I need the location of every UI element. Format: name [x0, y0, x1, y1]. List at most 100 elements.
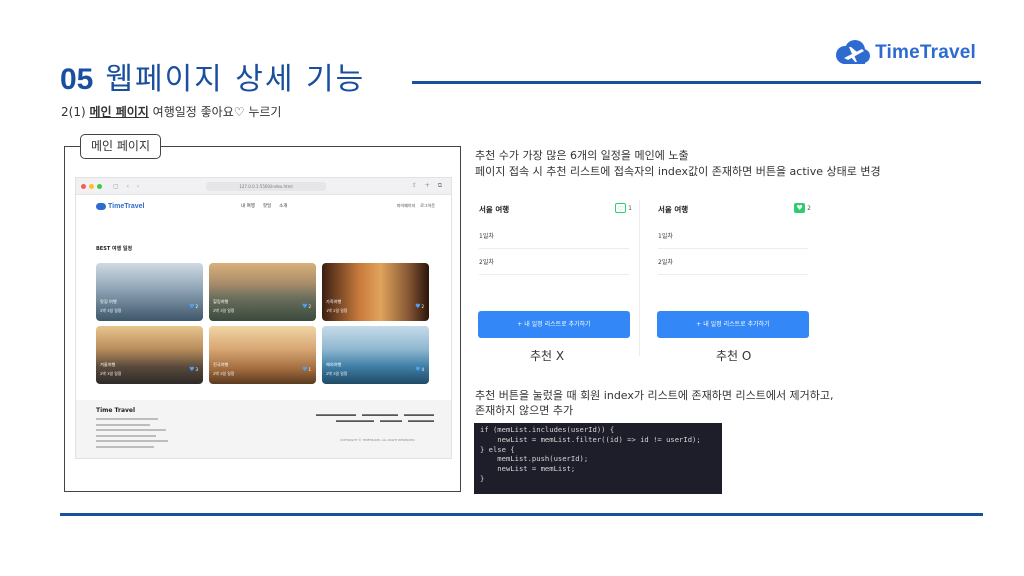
description-line: 존재하지 않으면 추가: [475, 404, 574, 417]
trip-card: 맛집 여행 2박 3일 일정 ♥2: [96, 263, 203, 321]
card-title: 힐링여행: [213, 299, 229, 304]
frame-label: 메인 페이지: [80, 134, 162, 159]
add-to-my-list-button[interactable]: + 내 일정 리스트로 추가하기: [478, 311, 630, 338]
logo-text: TimeTravel: [875, 42, 976, 63]
site-logo: TimeTravel: [96, 202, 144, 210]
browser-nav-icons: ▢ ‹ ›: [113, 182, 143, 190]
panel-title: 서울 여행: [479, 205, 510, 214]
mini-logo-icon: [96, 202, 106, 210]
card-title: 겨울여행: [100, 362, 116, 367]
footer-link: [362, 414, 398, 416]
heart-icon: ♥4: [415, 366, 424, 373]
user-link: 로그아웃: [420, 203, 435, 208]
card-period: 2박 3일 일정: [100, 371, 122, 376]
heart-icon: ♥2: [302, 303, 311, 310]
description-line: 추천 버튼을 눌렀을 때 회원 index가 리스트에 존재하면 리스트에서 제…: [475, 389, 834, 402]
description-line: 추천 수가 가장 많은 6개의 일정을 메인에 노출: [475, 149, 689, 162]
code-line: newList = memList.filter((id) => id != u…: [480, 434, 701, 444]
code-line: memList.push(userId);: [480, 454, 589, 464]
footer-link: [404, 414, 434, 416]
heart-filled-icon[interactable]: ♥: [794, 203, 806, 213]
card-title: 가족여행: [326, 299, 342, 304]
card-title: 전국여행: [213, 362, 229, 367]
subtitle-rest: 여행일정 좋아요♡ 누르기: [148, 105, 282, 119]
menu-item: 핫딜: [262, 204, 272, 209]
menu-item: 내 여행: [241, 204, 255, 209]
heart-icon: ♥2: [415, 303, 424, 310]
footer-line: [96, 445, 154, 448]
trip-card: 해외여행 2박 3일 일정 ♥4: [322, 326, 429, 384]
card-title: 맛집 여행: [100, 299, 117, 304]
panel-divider: [639, 200, 640, 356]
like-count: 3: [195, 367, 198, 372]
heart-icon: ♥3: [189, 366, 198, 373]
url-bar: 127.0.0.1:5500/index.html: [206, 182, 326, 191]
add-to-my-list-button[interactable]: + 내 일정 리스트로 추가하기: [657, 311, 809, 338]
footer-link: [408, 420, 434, 422]
day-row: 1일차: [479, 223, 629, 249]
card-period: 1박 2일 일정: [326, 308, 348, 313]
airplane-cloud-icon: [833, 38, 871, 68]
day-row: 2일차: [658, 249, 808, 275]
footer-link: [316, 414, 356, 416]
day-row: 2일차: [479, 249, 629, 275]
footer-line: [96, 418, 158, 420]
footer-title: Time Travel: [96, 407, 136, 414]
best-section-title: BEST 여행 일정: [96, 246, 133, 252]
title-underline: [412, 81, 981, 84]
panel-title: 서울 여행: [658, 205, 689, 214]
like-count: 2: [308, 304, 311, 309]
subtitle: 2(1) 메인 페이지 여행일정 좋아요♡ 누르기: [61, 103, 281, 120]
trip-card: 가족여행 1박 2일 일정 ♥2: [322, 263, 429, 321]
page-title: 웹페이지 상세 기능: [105, 62, 366, 97]
site-menu: 내 여행 핫딜 소개: [241, 203, 287, 209]
like-count: 1: [308, 367, 311, 372]
code-line: newList = memList;: [480, 464, 576, 474]
maximize-dot-icon: [97, 183, 102, 189]
bottom-rule: [60, 513, 983, 516]
detail-panel-active: 서울 여행 ♥ 2 1일차 2일차 + 내 일정 리스트로 추가하기: [654, 195, 814, 355]
code-snippet: if (memList.includes(userId)) { newList …: [474, 423, 722, 494]
footer-line: [96, 440, 168, 442]
code-line: if (memList.includes(userId)) {: [480, 425, 615, 434]
minimize-dot-icon: [89, 183, 94, 189]
trip-card: 힐링여행 2박 3일 일정 ♥2: [209, 263, 316, 321]
like-count: 4: [421, 367, 424, 372]
card-period: 2박 3일 일정: [326, 371, 348, 376]
footer-line: [96, 429, 166, 431]
card-period: 2박 3일 일정: [213, 308, 235, 313]
recommend-badge[interactable]: ♡ 1: [615, 203, 632, 213]
trip-card: 전국여행 2박 3일 일정 ♥1: [209, 326, 316, 384]
recommend-badge[interactable]: ♥ 2: [794, 203, 811, 213]
browser-toolbar: ▢ ‹ › 127.0.0.1:5500/index.html ⇪ + ⧉: [76, 178, 451, 195]
site-footer: Time Travel COPYRIGHT © TIMETRAVEL ALL R…: [76, 400, 451, 458]
day-row: 1일차: [658, 223, 808, 249]
slide-title: 05 웹페이지 상세 기능: [60, 54, 365, 97]
site-user-menu: 마이페이지 로그아웃: [397, 203, 435, 209]
detail-panel-inactive: 서울 여행 ♡ 1 1일차 2일차 + 내 일정 리스트로 추가하기: [475, 195, 635, 355]
code-line: }: [480, 473, 485, 483]
site-header: TimeTravel 내 여행 핫딜 소개 마이페이지 로그아웃: [76, 195, 451, 217]
section-number: 05: [60, 63, 94, 96]
menu-item: 소개: [279, 204, 288, 209]
footer-link: [336, 420, 374, 422]
footer-info-lines: [96, 418, 168, 451]
card-period: 2박 3일 일정: [213, 371, 235, 376]
subtitle-bold: 메인 페이지: [89, 105, 149, 119]
trip-card: 겨울여행 2박 3일 일정 ♥3: [96, 326, 203, 384]
share-icon: ⇪ + ⧉: [411, 182, 445, 189]
heart-icon: ♥2: [189, 303, 198, 310]
heart-icon: ♥1: [302, 366, 311, 373]
description-top: 추천 수가 가장 많은 6개의 일정을 메인에 노출 페이지 접속 시 추천 리…: [475, 148, 955, 180]
heart-outline-icon[interactable]: ♡: [615, 203, 627, 213]
card-title: 해외여행: [326, 362, 342, 367]
footer-link: [380, 420, 402, 422]
caption-recommended: 추천 O: [716, 349, 752, 363]
browser-mockup: ▢ ‹ › 127.0.0.1:5500/index.html ⇪ + ⧉ Ti…: [76, 178, 451, 458]
subtitle-prefix: 2(1): [61, 105, 90, 119]
footer-links: [274, 414, 434, 422]
caption-not-recommended: 추천 X: [530, 349, 565, 363]
description-bottom: 추천 버튼을 눌렀을 때 회원 index가 리스트에 존재하면 리스트에서 제…: [475, 388, 955, 418]
footer-line: [96, 434, 156, 437]
user-link: 마이페이지: [396, 203, 416, 208]
